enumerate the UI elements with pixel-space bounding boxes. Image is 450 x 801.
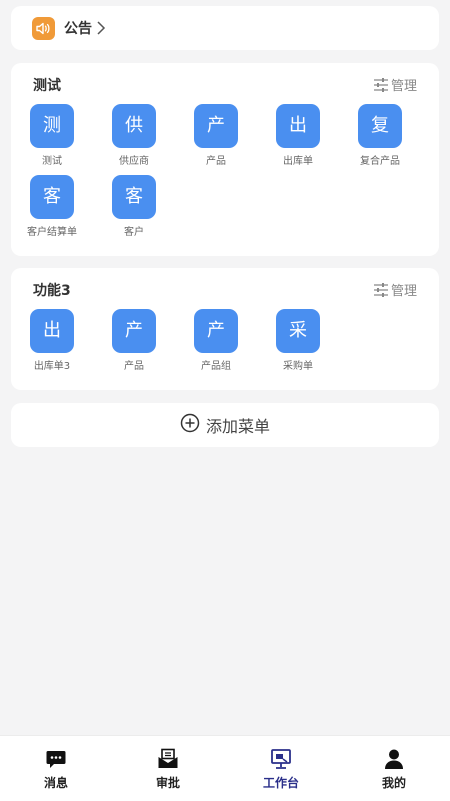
menu-item-icon: 产	[112, 309, 156, 353]
menu-item-label: 客户	[124, 227, 144, 238]
menu-item-icon: 产	[194, 104, 238, 148]
manage-button[interactable]: 管理	[373, 280, 417, 299]
menu-item-label: 产品	[124, 361, 144, 372]
menu-item-purchase-order[interactable]: 采 采购单	[257, 309, 339, 372]
menu-item-icon: 测	[30, 104, 74, 148]
manage-label: 管理	[390, 79, 417, 94]
tab-mine[interactable]: 我的	[338, 748, 450, 791]
user-icon	[338, 748, 450, 770]
menu-item-icon: 客	[112, 175, 156, 219]
menu-item-supplier[interactable]: 供 供应商	[93, 104, 175, 167]
workbench-monitor-icon	[225, 748, 337, 770]
menu-item-customer-statement[interactable]: 客 客户结算单	[11, 175, 93, 238]
menu-item-icon: 供	[112, 104, 156, 148]
menu-item-product[interactable]: 产 产品	[175, 104, 257, 167]
menu-item-label: 测试	[42, 156, 62, 167]
approval-envelope-icon	[112, 748, 224, 770]
bottom-tab-bar: 消息 审批 工作台 我的	[0, 735, 450, 801]
tab-workbench[interactable]: 工作台	[225, 748, 337, 791]
menu-item-label: 客户结算单	[27, 227, 77, 238]
menu-item-label: 产品	[206, 156, 226, 167]
manage-button[interactable]: 管理	[373, 75, 417, 94]
menu-item-icon: 复	[358, 104, 402, 148]
tab-label: 审批	[155, 776, 180, 790]
menu-item-label: 产品组	[201, 361, 231, 372]
announcement-label: 公告	[64, 21, 92, 37]
section-ceshi: 测试 管理 测 测试 供 供应商 产 产品 出 出库单 复 复合产品 客 客户结…	[11, 63, 439, 256]
menu-item-product[interactable]: 产 产品	[93, 309, 175, 372]
tab-label: 消息	[43, 776, 68, 790]
menu-item-outbound-order[interactable]: 出 出库单	[257, 104, 339, 167]
section-title: 测试	[33, 78, 61, 94]
menu-item-label: 出库单3	[33, 361, 71, 372]
menu-item-ceshi[interactable]: 测 测试	[11, 104, 93, 167]
menu-item-label: 出库单	[283, 156, 313, 167]
add-menu-label: 添加菜单	[205, 417, 270, 436]
menu-item-icon: 出	[30, 309, 74, 353]
section-function3: 功能3 管理 出 出库单3 产 产品 产 产品组 采 采购单	[11, 268, 439, 390]
menu-item-icon: 客	[30, 175, 74, 219]
menu-item-label: 供应商	[119, 156, 149, 167]
tab-messages[interactable]: 消息	[0, 748, 112, 791]
menu-item-label: 复合产品	[360, 156, 400, 167]
speaker-icon	[32, 17, 55, 40]
sliders-icon	[373, 282, 389, 298]
manage-label: 管理	[390, 284, 417, 299]
menu-item-customer[interactable]: 客 客户	[93, 175, 175, 238]
add-menu-button[interactable]: 添加菜单	[11, 403, 439, 447]
menu-item-product-group[interactable]: 产 产品组	[175, 309, 257, 372]
announcement-bar[interactable]: 公告	[11, 6, 439, 50]
section-title: 功能3	[33, 283, 71, 299]
menu-item-composite-product[interactable]: 复 复合产品	[339, 104, 421, 167]
sliders-icon	[373, 77, 389, 93]
tab-label: 我的	[381, 776, 406, 790]
menu-item-outbound-order-3[interactable]: 出 出库单3	[11, 309, 93, 372]
tab-approval[interactable]: 审批	[112, 748, 224, 791]
menu-item-icon: 产	[194, 309, 238, 353]
menu-item-icon: 采	[276, 309, 320, 353]
chevron-right-icon	[96, 20, 106, 39]
menu-item-icon: 出	[276, 104, 320, 148]
tab-label: 工作台	[262, 776, 299, 790]
chat-bubble-icon	[0, 748, 112, 770]
menu-item-label: 采购单	[283, 361, 313, 372]
plus-circle-icon	[180, 413, 200, 437]
